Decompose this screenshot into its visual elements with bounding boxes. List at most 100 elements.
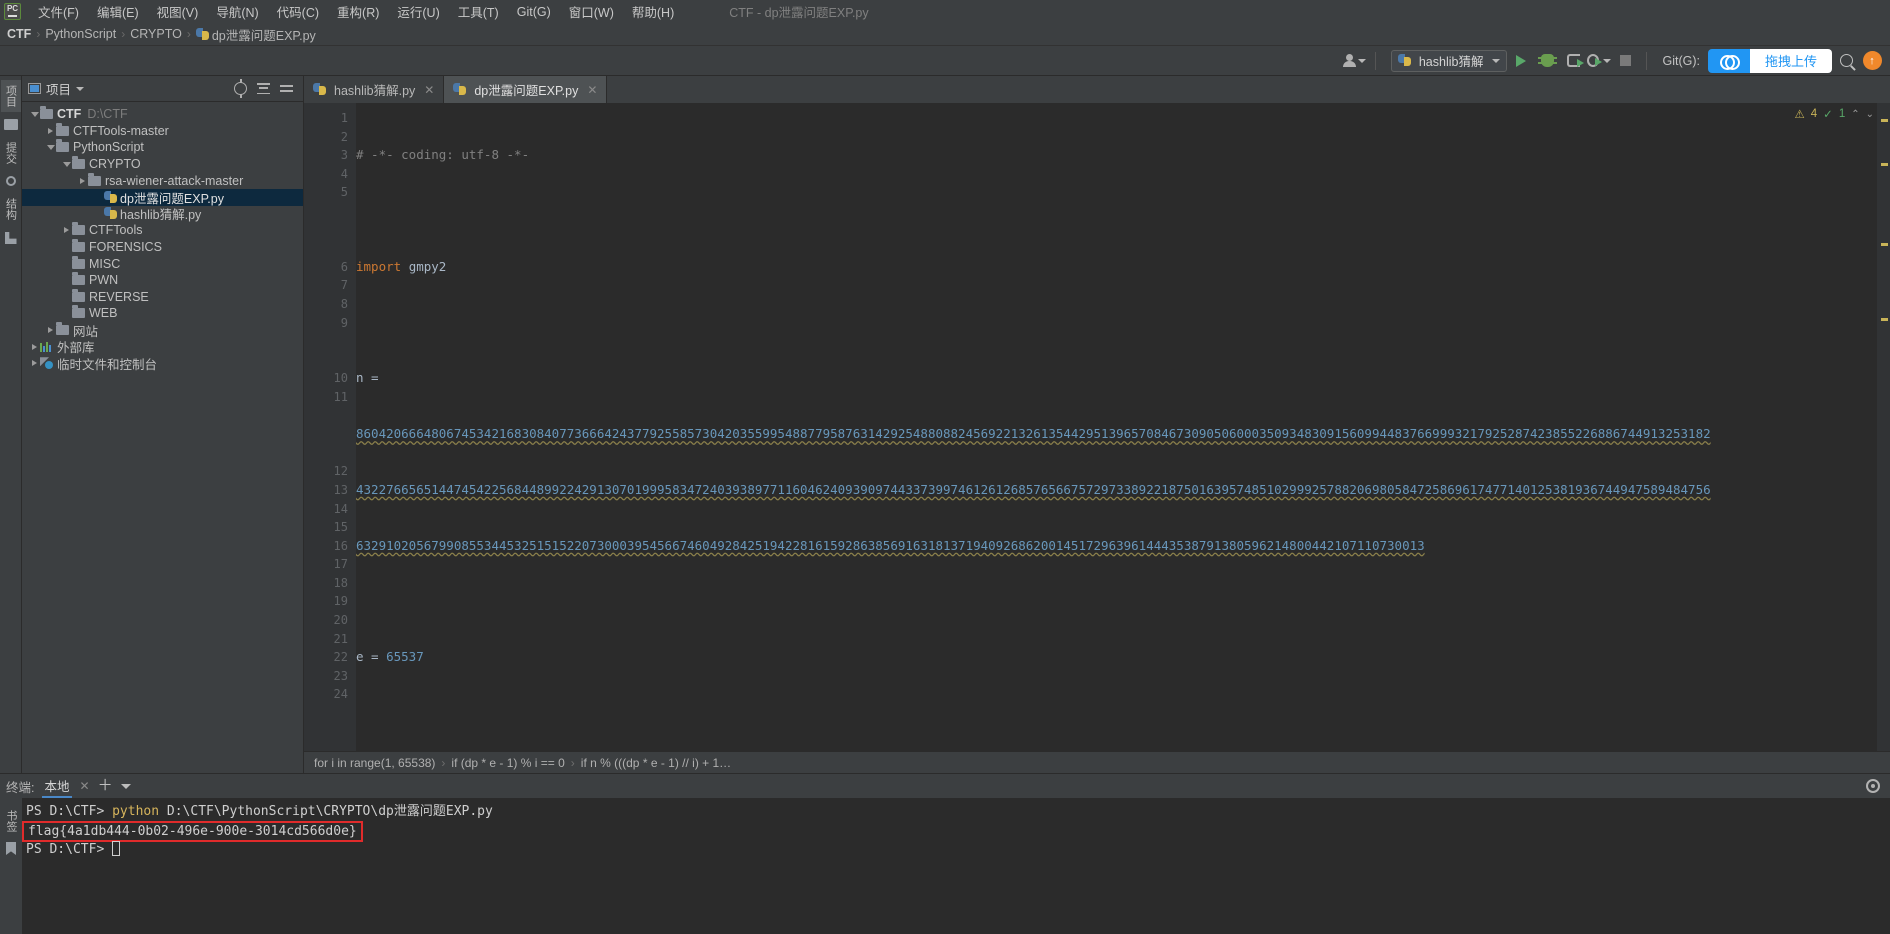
warning-count: 4 <box>1810 108 1818 120</box>
line-number: 14 <box>333 501 348 516</box>
tree-label: PWN <box>89 273 119 288</box>
editor-gutter[interactable]: 1 2 3 4 5 6 7 8 9 10 11 12 13 14 15 16 1… <box>304 103 356 751</box>
close-icon[interactable]: ✕ <box>80 779 90 793</box>
chevron-right-icon[interactable] <box>45 327 56 334</box>
user-account-icon[interactable] <box>1342 49 1366 73</box>
notification-icon[interactable]: ↑ <box>1860 49 1884 73</box>
tab-hashlib[interactable]: hashlib猜解.py ✕ <box>304 76 445 103</box>
marker-warning[interactable] <box>1881 163 1888 166</box>
menu-navigate[interactable]: 导航(N) <box>207 0 267 23</box>
menu-git[interactable]: Git(G) <box>508 3 560 21</box>
breadcrumb-item-crypto[interactable]: CRYPTO <box>130 27 182 41</box>
debug-icon[interactable] <box>1535 49 1559 73</box>
run-icon[interactable] <box>1509 49 1533 73</box>
tree-node-reverse[interactable]: REVERSE <box>22 288 303 306</box>
run-configuration-selector[interactable]: hashlib猜解 <box>1390 49 1508 72</box>
rail-item-project[interactable]: 项目 <box>0 80 21 112</box>
chevron-right-icon[interactable] <box>77 177 88 184</box>
tree-node-pythonscript[interactable]: PythonScript <box>22 139 303 156</box>
breadcrumb-item-pythonscript[interactable]: PythonScript <box>45 27 116 41</box>
expand-all-icon[interactable] <box>257 82 270 95</box>
bookmark-icon[interactable] <box>6 842 16 855</box>
marker-warning[interactable] <box>1881 119 1888 122</box>
folder-icon <box>56 122 69 136</box>
chevron-down-icon[interactable] <box>120 783 131 789</box>
tree-node-scratches-consoles[interactable]: 临时文件和控制台 <box>22 355 303 372</box>
chevron-right-icon[interactable] <box>45 127 56 134</box>
tree-node-rsa-wiener-attack-master[interactable]: rsa-wiener-attack-master <box>22 172 303 189</box>
breadcrumb-item-file[interactable]: dp泄露问题EXP.py <box>212 25 316 44</box>
search-icon[interactable] <box>1834 49 1858 73</box>
commit-node-icon[interactable] <box>5 176 16 186</box>
profile-icon[interactable] <box>1587 49 1612 73</box>
tab-dp-exp[interactable]: dp泄露问题EXP.py ✕ <box>444 76 608 103</box>
tree-node-ctf[interactable]: CTF D:\CTF <box>22 106 303 123</box>
tree-node-hashlib-file[interactable]: hashlib猜解.py <box>22 206 303 222</box>
chevron-right-icon[interactable] <box>29 343 40 350</box>
menu-run[interactable]: 运行(U) <box>388 0 448 23</box>
tree-node-dp-exp-file[interactable]: dp泄露问题EXP.py <box>22 188 303 206</box>
terminal-output[interactable]: PS D:\CTF> python D:\CTF\PythonScript\CR… <box>22 798 1890 934</box>
upload-widget[interactable]: 拖拽上传 <box>1707 48 1832 73</box>
menu-tools[interactable]: 工具(T) <box>449 0 508 23</box>
folder-icon <box>72 255 85 269</box>
tree-node-pwn[interactable]: PWN <box>22 272 303 289</box>
tree-node-misc[interactable]: MISC <box>22 255 303 272</box>
chevron-right-icon[interactable] <box>61 227 72 234</box>
chevron-down-icon[interactable]: ⌄ <box>1866 109 1874 120</box>
code-content[interactable]: # -*- coding: utf-8 -*- import gmpy2 n =… <box>356 103 1877 751</box>
pycharm-logo-icon: PC <box>4 3 21 20</box>
menu-refactor[interactable]: 重构(R) <box>328 0 388 23</box>
chevron-down-icon[interactable] <box>61 161 72 167</box>
tree-node-ctftools-master[interactable]: CTFTools-master <box>22 122 303 140</box>
marker-warning[interactable] <box>1881 318 1888 321</box>
tree-node-forensics[interactable]: FORENSICS <box>22 239 303 256</box>
rail-item-commit[interactable]: 提交 <box>1 137 21 169</box>
menu-file[interactable]: 文件(F) <box>29 0 88 23</box>
menu-window[interactable]: 窗口(W) <box>560 0 623 23</box>
favorites-icon[interactable] <box>4 232 17 244</box>
close-icon[interactable]: ✕ <box>587 83 597 97</box>
tree-node-website[interactable]: 网站 <box>22 322 303 339</box>
chevron-down-icon[interactable] <box>29 111 40 117</box>
chevron-up-icon[interactable]: ⌃ <box>1851 109 1859 120</box>
terminal-line-command: PS D:\CTF> python D:\CTF\PythonScript\CR… <box>26 802 1890 821</box>
marker-warning[interactable] <box>1881 243 1888 246</box>
python-file-icon <box>453 83 467 96</box>
menu-bar: PC 文件(F) 编辑(E) 视图(V) 导航(N) 代码(C) 重构(R) 运… <box>0 0 1890 23</box>
collapse-all-icon[interactable] <box>280 82 293 95</box>
editor-marker-gutter[interactable] <box>1877 103 1890 751</box>
tree-node-crypto[interactable]: CRYPTO <box>22 156 303 173</box>
toolbar-right-group: hashlib猜解 Git(G): 拖拽上传 ↑ <box>1342 48 1890 73</box>
add-terminal-icon[interactable]: ＋ <box>98 778 113 793</box>
upload-button-label[interactable]: 拖拽上传 <box>1749 48 1832 73</box>
line-number: 15 <box>333 520 348 535</box>
editor-tab-bar: hashlib猜解.py ✕ dp泄露问题EXP.py ✕ <box>304 76 1890 103</box>
bookmarks-label[interactable]: 书签 <box>3 810 19 832</box>
editor-crumb-if1[interactable]: if (dp * e - 1) % i == 0 <box>451 756 564 770</box>
rail-item-structure[interactable]: 结构 <box>1 193 21 225</box>
chevron-down-icon[interactable] <box>45 144 56 150</box>
tree-node-external-libraries[interactable]: 外部库 <box>22 338 303 355</box>
breadcrumb-item-ctf[interactable]: CTF <box>7 27 31 41</box>
editor-crumb-if2[interactable]: if n % (((dp * e - 1) // i) + 1… <box>581 756 731 770</box>
menu-help[interactable]: 帮助(H) <box>623 0 683 23</box>
gear-icon[interactable] <box>1866 779 1880 793</box>
folder-icon[interactable] <box>3 119 18 130</box>
tree-node-ctftools[interactable]: CTFTools <box>22 222 303 239</box>
coverage-icon[interactable] <box>1561 49 1585 73</box>
menu-view[interactable]: 视图(V) <box>148 0 208 23</box>
inspection-widget[interactable]: ⚠ 4 ✓ 1 ⌃ ⌄ <box>1794 107 1874 121</box>
editor-crumb-for[interactable]: for i in range(1, 65538) <box>314 756 435 770</box>
chevron-right-icon[interactable] <box>29 360 40 367</box>
close-icon[interactable]: ✕ <box>424 83 434 97</box>
select-opened-file-icon[interactable] <box>234 79 247 98</box>
tree-node-web[interactable]: WEB <box>22 305 303 322</box>
menu-edit[interactable]: 编辑(E) <box>88 0 148 23</box>
git-label: Git(G): <box>1662 53 1700 68</box>
menu-code[interactable]: 代码(C) <box>268 0 328 23</box>
line-number: 12 <box>333 464 348 479</box>
chevron-down-icon[interactable] <box>76 86 85 91</box>
terminal-tab-local[interactable]: 本地 <box>42 774 72 798</box>
stop-icon[interactable] <box>1613 49 1637 73</box>
